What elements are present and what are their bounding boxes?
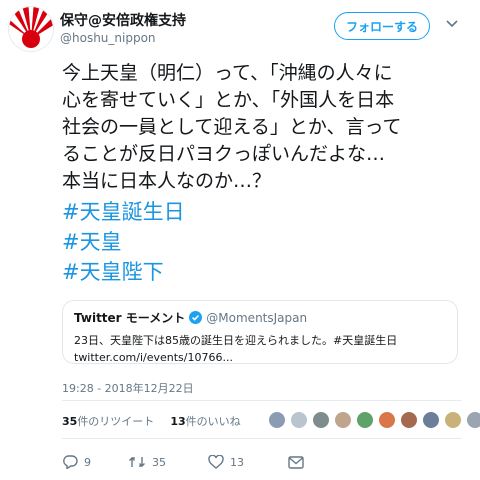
retweet-button[interactable]: 35	[128, 455, 208, 469]
hashtag-link[interactable]: #天皇	[62, 227, 462, 257]
like-stat-label: 件のいいね	[185, 415, 241, 428]
quoted-tweet-card[interactable]: Twitter モーメント @MomentsJapan 23日、天皇陛下は85歳…	[62, 300, 458, 364]
liker-avatar[interactable]	[400, 411, 418, 429]
quoted-tweet-handle: @MomentsJapan	[206, 310, 308, 325]
like-button[interactable]: 13	[208, 455, 288, 469]
envelope-icon	[288, 455, 304, 469]
retweet-count: 35	[152, 455, 166, 469]
follow-button[interactable]: フォローする	[334, 12, 430, 40]
verified-badge-icon	[189, 311, 203, 324]
user-handle[interactable]: @hoshu_nippon	[60, 31, 156, 45]
engagement-stats: 35件のリツイート 13件のいいね	[62, 413, 257, 429]
liker-avatar[interactable]	[422, 411, 440, 429]
liker-avatar[interactable]	[356, 411, 374, 429]
hashtag-link[interactable]: #天皇誕生日	[62, 197, 462, 227]
tweet-text-line: 心を寄せていく」とか、「外国人を日本	[62, 89, 395, 111]
liker-avatar[interactable]	[444, 411, 462, 429]
tweet-text-line: ることが反日パヨクっぽいんだよな…	[62, 143, 386, 165]
quoted-tweet-link[interactable]: twitter.com/i/events/10766...	[74, 351, 446, 364]
divider	[62, 438, 462, 439]
avatar[interactable]	[8, 6, 54, 52]
liker-avatar[interactable]	[466, 411, 480, 429]
retweet-stat-label: 件のリツイート	[77, 415, 155, 428]
tweet-text: 今上天皇（明仁）って、「沖縄の人々に 心を寄せていく」とか、「外国人を日本 社会…	[62, 60, 462, 195]
tweet-text-line: 社会の一員として迎える」とか、言って	[62, 116, 402, 138]
hashtag-list: #天皇誕生日 #天皇 #天皇陛下	[62, 197, 462, 287]
reply-count: 9	[84, 455, 91, 469]
rising-sun-flag-icon	[9, 7, 53, 51]
like-stat[interactable]: 13件のいいね	[170, 413, 240, 429]
liker-avatar[interactable]	[290, 411, 308, 429]
divider	[62, 400, 462, 401]
user-display-name[interactable]: 保守@安倍政権支持	[60, 10, 186, 30]
tweet-actions: 9 35 13	[62, 455, 304, 469]
reply-icon	[62, 455, 78, 469]
retweet-stat[interactable]: 35件のリツイート	[62, 413, 154, 429]
chevron-down-icon[interactable]	[444, 16, 460, 32]
quoted-tweet-text: 23日、天皇陛下は85歳の誕生日を迎えられました。#天皇誕生日	[74, 334, 398, 347]
quoted-tweet-name: Twitter モーメント	[74, 311, 186, 325]
liker-avatar[interactable]	[378, 411, 396, 429]
liker-avatar[interactable]	[268, 411, 286, 429]
like-count: 13	[230, 455, 244, 469]
heart-icon	[208, 455, 224, 469]
retweet-icon	[128, 455, 146, 469]
tweet-timestamp[interactable]: 19:28 - 2018年12月22日	[62, 380, 194, 396]
message-button[interactable]	[288, 455, 304, 469]
liker-avatars	[268, 411, 480, 429]
liker-avatar[interactable]	[334, 411, 352, 429]
liker-avatar[interactable]	[312, 411, 330, 429]
tweet-text-line: 今上天皇（明仁）って、「沖縄の人々に	[62, 62, 393, 84]
like-stat-count: 13	[170, 415, 186, 428]
hashtag-link[interactable]: #天皇陛下	[62, 257, 462, 287]
tweet-text-line: 本当に日本人なのか…？	[62, 170, 272, 192]
quoted-tweet-header: Twitter モーメント @MomentsJapan	[74, 309, 446, 326]
retweet-stat-count: 35	[62, 415, 78, 428]
reply-button[interactable]: 9	[62, 455, 128, 469]
